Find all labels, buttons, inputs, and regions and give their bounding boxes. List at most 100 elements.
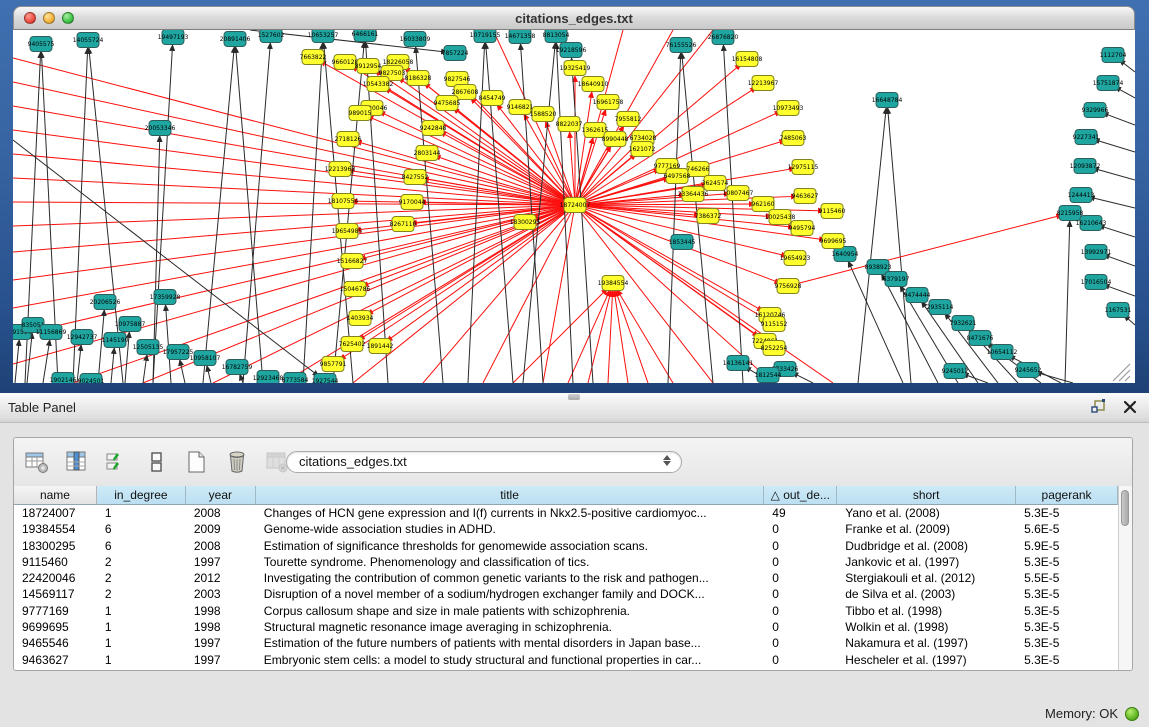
table-cell[interactable]: 1 [97,652,186,668]
table-cell[interactable]: 0 [764,570,837,586]
graph-edge[interactable] [13,205,575,226]
graph-edge[interactable] [1104,285,1135,296]
table-cell[interactable]: Tourette syndrome. Phenomenology and cla… [256,554,765,570]
splitter-handle[interactable] [568,394,580,400]
graph-node[interactable]: 9329966 [1082,103,1109,118]
table-cell[interactable]: Hescheler et al. (1997) [837,652,1016,668]
table-row[interactable]: 946362711997Embryonic stem cells: a mode… [14,652,1118,668]
graph-node[interactable]: 9245012 [942,364,969,379]
select-all-icon[interactable] [104,449,130,475]
table-cell[interactable]: Jankovic et al. (1997) [837,554,1016,570]
graph-node[interactable]: 8186328 [405,71,432,86]
graph-edge[interactable] [616,291,648,383]
graph-node[interactable]: 19654923 [780,251,811,266]
graph-node[interactable]: 9495794 [789,221,816,236]
table-row[interactable]: 1938455462009Genome-wide association stu… [14,521,1118,537]
graph-edge[interactable] [180,360,185,383]
graph-node[interactable]: 16154808 [732,52,763,67]
table-cell[interactable]: Structural magnetic resonance image aver… [256,619,765,635]
graph-node[interactable]: 19218596 [556,43,587,58]
table-cell[interactable]: 22420046 [14,570,97,586]
graph-node[interactable]: 9463627 [792,189,819,204]
graph-node[interactable]: 12942737 [67,330,98,345]
table-cell[interactable]: Franke et al. (2009) [837,521,1016,537]
graph-node[interactable]: 7857224 [442,46,469,61]
graph-node[interactable]: 7485063 [780,131,807,146]
table-row[interactable]: 969969511998Structural magnetic resonanc… [14,619,1118,635]
graph-node[interactable]: 14671358 [505,30,536,44]
table-cell[interactable]: 2012 [186,570,256,586]
graph-node[interactable]: 8813054 [543,30,570,43]
table-cell[interactable]: 1997 [186,652,256,668]
table-row[interactable]: 1830029562008Estimation of significance … [14,538,1118,554]
column-visibility-icon[interactable] [64,449,90,475]
graph-node[interactable]: 9227341 [1073,130,1100,145]
graph-edge[interactable] [575,205,768,343]
table-cell[interactable]: Dudbridge et al. (2008) [837,538,1016,554]
graph-edge[interactable] [303,43,323,383]
graph-node[interactable]: 23364436 [678,187,709,202]
table-cell[interactable]: Disruption of a novel member of a sodium… [256,586,765,602]
graph-edge[interactable] [27,333,32,383]
graph-node[interactable]: 19384554 [598,276,629,291]
table-cell[interactable]: de Silva et al. (2003) [837,586,1016,602]
graph-node[interactable]: 8912954 [355,59,382,74]
memory-led-icon[interactable] [1125,707,1139,721]
graph-node[interactable]: 7625402 [339,337,366,352]
graph-edge[interactable] [788,215,1062,286]
graph-edge[interactable] [13,205,575,280]
graph-edge[interactable] [166,305,171,383]
table-cell[interactable]: Corpus callosum shape and size in male p… [256,603,765,619]
graph-edge[interactable] [240,374,243,383]
table-cell[interactable]: 1997 [186,554,256,570]
graph-node[interactable]: 2935114 [927,300,954,315]
window-titlebar[interactable]: citations_edges.txt [13,6,1135,30]
table-cell[interactable]: 0 [764,635,837,651]
column-header-out_de[interactable]: △ out_de... [764,486,837,505]
graph-node[interactable]: 10973493 [773,101,804,116]
table-cell[interactable]: 5.3E-5 [1016,619,1118,635]
table-cell[interactable]: 1 [97,505,186,521]
graph-node[interactable]: 16782759 [222,360,253,375]
table-cell[interactable]: Embryonic stem cells: a model to study s… [256,652,765,668]
graph-node[interactable]: 3624574 [702,176,729,191]
table-cell[interactable]: 2003 [186,586,256,602]
graph-node[interactable]: 16961758 [593,95,624,110]
table-cell[interactable]: 5.3E-5 [1016,505,1118,521]
graph-node[interactable]: 9405575 [28,37,55,52]
close-panel-icon[interactable] [1123,400,1137,414]
graph-node[interactable]: 6379197 [883,272,910,287]
graph-node[interactable]: 1244413 [1068,188,1095,203]
graph-node[interactable]: 7663822 [300,50,327,65]
graph-edge[interactable] [546,122,575,205]
table-cell[interactable]: Investigating the contribution of common… [256,570,765,586]
column-header-name[interactable]: name [14,486,97,505]
graph-node[interactable]: 10543382 [363,77,394,92]
graph-node[interactable]: 9242848 [420,121,447,136]
graph-node[interactable]: 19497193 [158,30,189,45]
graph-edge[interactable] [13,205,575,336]
graph-node[interactable]: 1527602 [258,30,285,43]
graph-node[interactable]: 8454749 [479,91,506,106]
table-cell[interactable]: Wolkin et al. (1998) [837,619,1016,635]
table-cell[interactable]: Tibbo et al. (1998) [837,603,1016,619]
graph-node[interactable]: 8822037 [556,117,583,132]
graph-node[interactable]: 9024501 [78,374,105,384]
graph-edge[interactable] [15,340,19,383]
graph-node[interactable]: 15751874 [1093,76,1124,91]
table-cell[interactable]: 5.3E-5 [1016,554,1118,570]
graph-node[interactable]: 6497568 [664,169,691,184]
graph-node[interactable]: 8252254 [761,341,788,356]
table-cell[interactable]: Estimation of significance thresholds fo… [256,538,765,554]
table-cell[interactable]: 5.3E-5 [1016,635,1118,651]
table-cell[interactable]: 1998 [186,603,256,619]
table-cell[interactable]: 0 [764,603,837,619]
graph-node[interactable]: 18724007 [560,198,591,213]
graph-node[interactable]: 17016504 [1081,275,1112,290]
graph-node[interactable]: 2718126 [335,132,362,147]
table-cell[interactable]: Genome-wide association studies in ADHD. [256,521,765,537]
graph-node[interactable]: 8427552 [402,170,429,185]
graph-edge[interactable] [888,108,911,383]
table-cell[interactable]: 1997 [186,635,256,651]
graph-node[interactable]: 1145190 [102,333,129,348]
